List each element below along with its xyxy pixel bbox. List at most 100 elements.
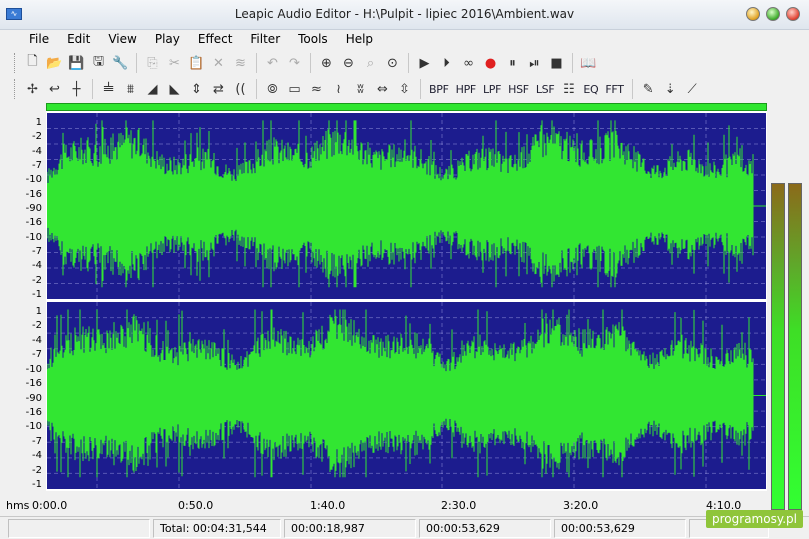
- lpf-icon[interactable]: LPF: [481, 79, 503, 99]
- waveform-editor[interactable]: [46, 103, 767, 491]
- menu-filter[interactable]: Filter: [241, 30, 289, 48]
- delete-icon[interactable]: ✕: [209, 53, 228, 73]
- scale-label: -16: [25, 378, 42, 390]
- split-icon[interactable]: ┼: [67, 79, 86, 99]
- menu-effect[interactable]: Effect: [189, 30, 242, 48]
- toolbar-grip[interactable]: [14, 79, 18, 99]
- convert-icon[interactable]: ⇣: [661, 79, 680, 99]
- fade-in-icon[interactable]: ◢: [143, 79, 162, 99]
- lsf-icon[interactable]: LSF: [534, 79, 557, 99]
- toolbar-separator: [310, 53, 311, 73]
- toolbar-grip[interactable]: [14, 53, 18, 73]
- trim-icon[interactable]: ✢: [23, 79, 42, 99]
- eq2-icon[interactable]: EQ: [581, 79, 600, 99]
- pause-icon[interactable]: ⏸: [503, 53, 522, 73]
- tag-edit-icon[interactable]: ⟋: [683, 79, 702, 99]
- undo-icon[interactable]: ↶: [263, 53, 282, 73]
- minimize-button[interactable]: [746, 7, 760, 21]
- overview-bar[interactable]: [46, 103, 767, 111]
- zoom-out-icon[interactable]: ⊖: [339, 53, 358, 73]
- reverse-icon[interactable]: ⇄: [209, 79, 228, 99]
- zoom-selection-icon[interactable]: ⌕: [361, 53, 380, 73]
- properties-icon[interactable]: 🔧: [111, 53, 130, 73]
- waveform-path: [47, 120, 754, 288]
- menu-view[interactable]: View: [99, 30, 145, 48]
- play-icon[interactable]: ▶: [415, 53, 434, 73]
- open-file-icon[interactable]: 📂: [45, 53, 64, 73]
- scale-label: -10: [25, 231, 42, 243]
- status-bar: Total: 00:04:31,544 00:00:18,987 00:00:5…: [0, 516, 809, 539]
- paste-icon[interactable]: 📋: [187, 53, 206, 73]
- title-bar: ∿ Leapic Audio Editor - H:\Pulpit - lipi…: [0, 0, 809, 30]
- play-from-icon[interactable]: ⏵: [437, 53, 456, 73]
- channel-2-scale: 1 -2 -4 -7 -10 -16 -90 -16 -10 -7 -4 -2 -1: [0, 302, 46, 490]
- right-channel-waveform[interactable]: [47, 302, 766, 489]
- batch-icon[interactable]: ✎: [639, 79, 658, 99]
- scale-label: -7: [32, 349, 42, 361]
- level-meter-right: [788, 183, 802, 510]
- loop-icon[interactable]: ∞: [459, 53, 478, 73]
- distortion-icon[interactable]: ≀: [329, 79, 348, 99]
- flanger-icon[interactable]: ʬ: [351, 79, 370, 99]
- main-toolbar: 🗋 📂 💾 🖫 🔧 ⎘ ✂ 📋 ✕ ≋ ↶ ↷ ⊕ ⊖ ⌕ ⊙ ▶ ⏵ ∞ ● ⏸ ⏯ ■ 📖: [0, 50, 809, 76]
- menu-bar: File Edit View Play Effect Filter Tools …: [0, 30, 809, 48]
- level-meter-left: [771, 183, 785, 510]
- zoom-all-icon[interactable]: ⊙: [383, 53, 402, 73]
- play-pause-icon[interactable]: ⏯: [525, 53, 544, 73]
- status-selection-end: 00:00:53,629: [554, 518, 686, 538]
- bpf-icon[interactable]: BPF: [427, 79, 451, 99]
- vertical-swap-icon[interactable]: ⇕: [187, 79, 206, 99]
- time-tick-label: 3:20.0: [563, 499, 599, 512]
- menu-help[interactable]: Help: [337, 30, 382, 48]
- menu-edit[interactable]: Edit: [58, 30, 99, 48]
- menu-play[interactable]: Play: [146, 30, 189, 48]
- waveform-left: [47, 113, 766, 299]
- time-tick-label: 0:00.0: [32, 499, 68, 512]
- scale-label: -4: [32, 334, 42, 346]
- scale-label: -1: [32, 289, 42, 300]
- scale-label: 1: [35, 306, 42, 317]
- stop-icon[interactable]: ■: [547, 53, 566, 73]
- scale-label: -90: [25, 203, 42, 214]
- mix-paste-icon[interactable]: ≋: [231, 53, 250, 73]
- record-icon[interactable]: ●: [481, 53, 500, 73]
- amplify-icon[interactable]: 𝍧: [99, 79, 118, 99]
- hsf-icon[interactable]: HSF: [506, 79, 531, 99]
- zoom-in-icon[interactable]: ⊕: [317, 53, 336, 73]
- cut-icon[interactable]: ✂: [165, 53, 184, 73]
- waveform-path: [47, 309, 754, 478]
- save-icon[interactable]: 💾: [67, 53, 86, 73]
- new-file-icon[interactable]: 🗋: [23, 53, 42, 73]
- noise-icon[interactable]: ≈: [307, 79, 326, 99]
- redo-icon[interactable]: ↷: [285, 53, 304, 73]
- scale-label: -10: [25, 363, 42, 375]
- save-as-icon[interactable]: 🖫: [89, 53, 108, 73]
- toolbar-separator: [136, 53, 137, 73]
- silence-icon[interactable]: ▭: [285, 79, 304, 99]
- toolbar-separator: [631, 79, 633, 99]
- copy-icon[interactable]: ⎘: [143, 53, 162, 73]
- hpf-icon[interactable]: HPF: [454, 79, 478, 99]
- waveform-right: [47, 302, 766, 489]
- time-tick-label: 1:40.0: [310, 499, 346, 512]
- maximize-button[interactable]: [766, 7, 780, 21]
- menu-file[interactable]: File: [20, 30, 58, 48]
- speed-icon[interactable]: ⇔: [373, 79, 392, 99]
- chorus-icon[interactable]: ⦾: [263, 79, 282, 99]
- echo-icon[interactable]: ((: [231, 79, 250, 99]
- fade-out-icon[interactable]: ◣: [165, 79, 184, 99]
- help-book-icon[interactable]: 📖: [579, 53, 598, 73]
- close-button[interactable]: [786, 7, 800, 21]
- fft-icon[interactable]: FFT: [603, 79, 625, 99]
- eq-icon[interactable]: ☷: [559, 79, 578, 99]
- scale-label: -2: [32, 320, 42, 332]
- pitch-icon[interactable]: ⇳: [395, 79, 414, 99]
- scale-label: -2: [32, 131, 42, 143]
- time-tick-label: 2:30.0: [441, 499, 477, 512]
- normalize-icon[interactable]: ⩩: [121, 79, 140, 99]
- left-channel-waveform[interactable]: [47, 113, 766, 299]
- scale-label: -7: [32, 246, 42, 257]
- undo-effect-icon[interactable]: ↩: [45, 79, 64, 99]
- menu-tools[interactable]: Tools: [289, 30, 337, 48]
- toolbar-separator: [572, 53, 573, 73]
